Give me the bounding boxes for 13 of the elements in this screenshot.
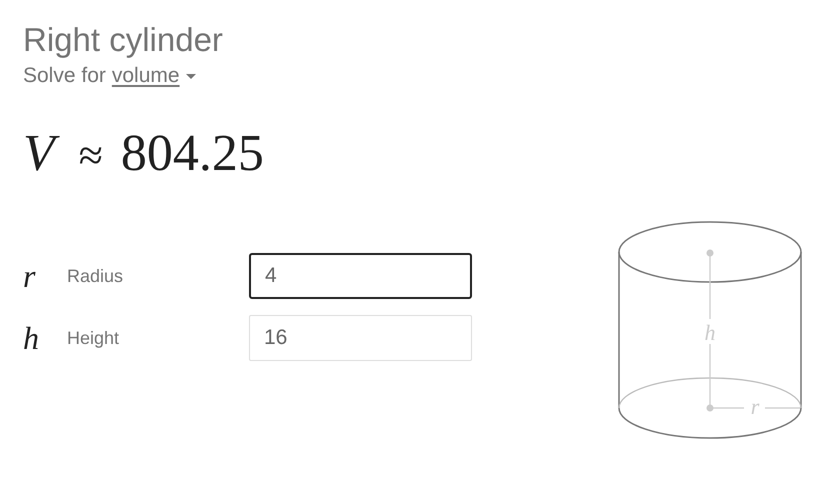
variable-symbol: h (23, 320, 40, 356)
input-field[interactable]: 4 (249, 253, 472, 299)
approx-sign: ≈ (78, 130, 103, 181)
solve-for-label: Solve for (23, 64, 106, 88)
field-label: Radius (67, 266, 124, 286)
input-field[interactable]: 16 (249, 315, 472, 361)
result-value: 804.25 (120, 124, 264, 183)
variable-symbol: r (23, 258, 36, 294)
caret-icon (186, 74, 196, 78)
result-symbol: V (21, 124, 61, 183)
page-title: Right cylinder (23, 20, 224, 60)
field-label: Height (67, 328, 120, 348)
solve-for-dropdown[interactable]: volume (112, 64, 196, 88)
